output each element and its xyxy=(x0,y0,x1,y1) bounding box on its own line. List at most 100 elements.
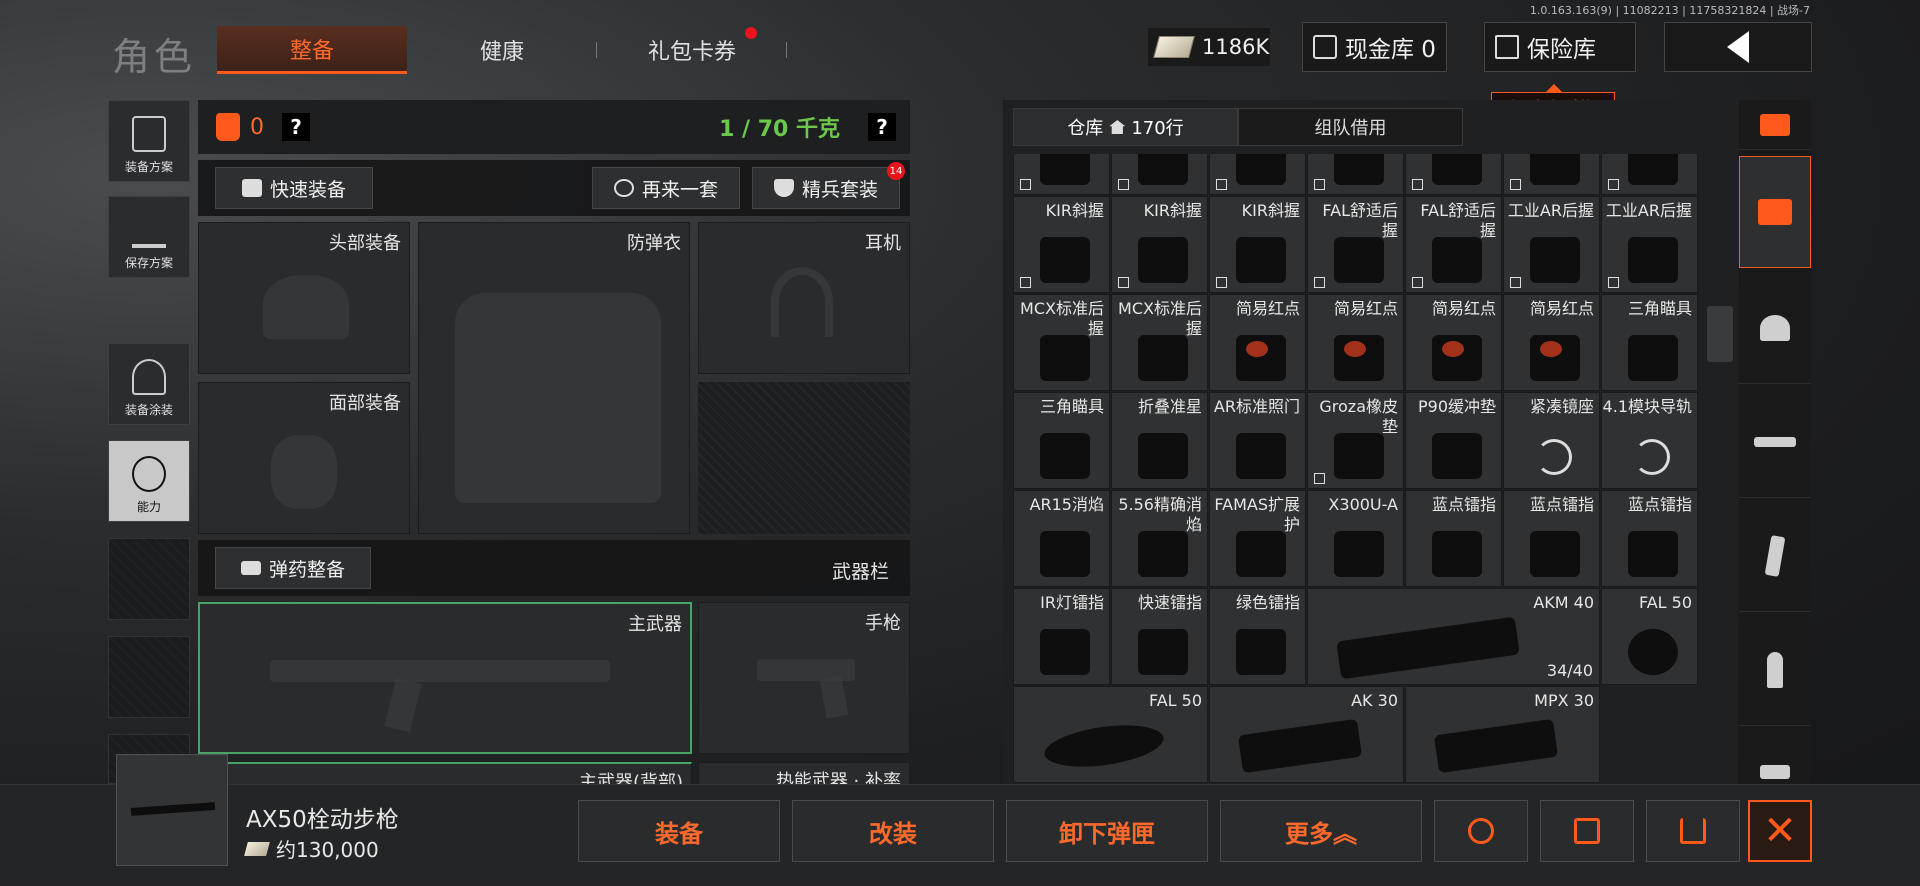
grip-icon xyxy=(1138,154,1188,185)
safe-box-button[interactable]: 保险库 xyxy=(1484,22,1636,72)
item-name: MPX 30 xyxy=(1534,691,1594,710)
warehouse-item[interactable]: 三角瞄具 xyxy=(1013,392,1110,489)
warehouse-item[interactable]: FAMAS扩展护 xyxy=(1209,490,1306,587)
upload-button[interactable] xyxy=(1646,800,1740,862)
warehouse-item[interactable] xyxy=(1503,154,1600,195)
warehouse-item[interactable]: 工业AR后握 xyxy=(1503,196,1600,293)
sidebar-item-save-plan[interactable]: 保存方案 xyxy=(108,196,190,278)
grip-icon xyxy=(1628,154,1678,185)
back-button[interactable] xyxy=(1664,22,1812,72)
warehouse-item[interactable]: FAL舒适后握 xyxy=(1405,196,1502,293)
container-button[interactable] xyxy=(1540,800,1634,862)
tab-team-borrow[interactable]: 组队借用 xyxy=(1238,108,1463,146)
warehouse-item[interactable]: MPX 30 xyxy=(1405,686,1600,783)
warehouse-item[interactable]: 绿色镭指 xyxy=(1209,588,1306,685)
warehouse-item[interactable]: KIR斜握 xyxy=(1209,196,1306,293)
ring-icon xyxy=(1536,439,1572,475)
unload-mag-button[interactable]: 卸下弹匣 xyxy=(1006,800,1208,862)
warehouse-item[interactable]: FAL舒适后握 xyxy=(1307,196,1404,293)
warehouse-item[interactable]: AK 30 xyxy=(1209,686,1404,783)
warehouse-item[interactable]: FAL 50 xyxy=(1601,588,1698,685)
primary-weapon-slot[interactable]: 主武器 xyxy=(198,602,692,754)
category-weapons[interactable] xyxy=(1739,386,1811,498)
tab-label: 组队借用 xyxy=(1314,118,1387,139)
warehouse-item[interactable]: 紧凑镜座 xyxy=(1503,392,1600,489)
category-gear[interactable] xyxy=(1739,272,1811,384)
sidebar-item-equip-plan[interactable]: 装备方案 xyxy=(108,100,190,182)
warehouse-item[interactable]: KIR斜握 xyxy=(1601,154,1698,195)
warehouse-item[interactable]: 蓝点镭指 xyxy=(1601,490,1698,587)
category-all[interactable] xyxy=(1739,156,1811,268)
tab-equipment[interactable]: 整备 xyxy=(217,26,407,74)
category-mags[interactable] xyxy=(1739,500,1811,612)
warehouse-item[interactable]: AR标准照门 xyxy=(1209,392,1306,489)
modify-button[interactable]: 改装 xyxy=(792,800,994,862)
sort-refresh-button[interactable] xyxy=(1739,100,1811,150)
sidebar-item-skin[interactable]: 装备涂装 xyxy=(108,343,190,425)
equip-button[interactable]: 装备 xyxy=(578,800,780,862)
warehouse-item[interactable]: KIR斜握 xyxy=(1111,196,1208,293)
warehouse-item[interactable]: 5.56精确消焰 xyxy=(1111,490,1208,587)
equipment-header: 0 ? 1 / 70 千克 ? xyxy=(198,100,910,154)
warehouse-item[interactable]: X300U-A xyxy=(1307,490,1404,587)
warehouse-item[interactable]: FAL 50 xyxy=(1013,686,1208,783)
sidebar-item-ability[interactable]: 能力 xyxy=(108,440,190,522)
tab-gift-coupons[interactable]: 礼包卡券 xyxy=(597,26,787,74)
warehouse-item[interactable]: 蓝点镭指 xyxy=(1405,490,1502,587)
warehouse-item[interactable] xyxy=(1209,154,1306,195)
again-set-button[interactable]: 再来一套 xyxy=(592,167,740,209)
helmet-icon xyxy=(263,275,349,339)
warehouse-item[interactable]: AR15消焰 xyxy=(1013,490,1110,587)
cash-vault-button[interactable]: 现金库 0 xyxy=(1302,22,1447,72)
warehouse-item[interactable]: 三角瞄具 xyxy=(1601,294,1698,391)
item-name: 简易红点 xyxy=(1333,299,1398,318)
download-icon xyxy=(132,212,166,248)
warehouse-item[interactable]: 4.1模块导轨 xyxy=(1601,392,1698,489)
face-slot[interactable]: 面部装备 xyxy=(198,382,410,534)
warehouse-item[interactable] xyxy=(1307,154,1404,195)
safe-icon xyxy=(1495,35,1519,59)
warehouse-item[interactable]: P90缓冲垫 xyxy=(1405,392,1502,489)
warehouse-item[interactable] xyxy=(1111,154,1208,195)
warehouse-item[interactable]: 工业AR后握 xyxy=(1601,196,1698,293)
more-label: 更多︽ xyxy=(1285,819,1357,848)
warehouse-item[interactable]: IR灯镭指 xyxy=(1013,588,1110,685)
tab-warehouse[interactable]: 仓库 170行 xyxy=(1013,108,1238,146)
pistol-slot[interactable]: 手枪 xyxy=(698,602,910,754)
warehouse-item[interactable]: KIR斜握 xyxy=(1013,196,1110,293)
armor-help-icon[interactable]: ? xyxy=(282,113,310,141)
warehouse-item[interactable] xyxy=(1405,154,1502,195)
warehouse-item[interactable]: 折叠准星 xyxy=(1111,392,1208,489)
warehouse-item[interactable]: Groza橡皮垫 xyxy=(1307,392,1404,489)
warehouse-item[interactable]: 简易红点 xyxy=(1503,294,1600,391)
tag-icon xyxy=(1020,277,1031,288)
weight-help-icon[interactable]: ? xyxy=(868,113,896,141)
warehouse-item[interactable]: 简易红点 xyxy=(1307,294,1404,391)
warehouse-item[interactable]: 简易红点 xyxy=(1209,294,1306,391)
item-name: 三角瞄具 xyxy=(1039,397,1104,416)
warehouse-item[interactable]: 简易红点 xyxy=(1405,294,1502,391)
pistol-grip-icon xyxy=(819,675,849,719)
item-name: 简易红点 xyxy=(1431,299,1496,318)
warehouse-item[interactable]: AKM 40 34/40 xyxy=(1307,588,1600,685)
pad-icon xyxy=(1432,433,1482,479)
warehouse-item[interactable]: 蓝点镭指 xyxy=(1503,490,1600,587)
close-button[interactable]: ✕ xyxy=(1748,800,1812,862)
elite-set-button[interactable]: 精兵套装 14 xyxy=(752,162,905,209)
tab-health[interactable]: 健康 xyxy=(407,26,597,74)
category-ammo[interactable] xyxy=(1739,614,1811,726)
head-slot[interactable]: 头部装备 xyxy=(198,222,410,374)
ammo-prep-button[interactable]: 弹药整备 xyxy=(215,547,371,589)
search-button[interactable] xyxy=(1434,800,1528,862)
vest-slot[interactable]: 防弹衣 xyxy=(418,222,690,534)
warehouse-item[interactable]: MCX标准后握 xyxy=(1111,294,1208,391)
warehouse-item[interactable] xyxy=(1013,154,1110,195)
category-medical[interactable] xyxy=(1739,728,1811,786)
more-button[interactable]: 更多︽ xyxy=(1220,800,1422,862)
quick-equip-button[interactable]: 快速装备 xyxy=(215,167,373,209)
rail-icon xyxy=(1236,531,1286,577)
ear-slot[interactable]: 耳机 xyxy=(698,222,910,374)
warehouse-item[interactable]: MCX标准后握 xyxy=(1013,294,1110,391)
warehouse-item[interactable]: 快速镭指 xyxy=(1111,588,1208,685)
warehouse-scrollbar[interactable] xyxy=(1707,306,1733,362)
